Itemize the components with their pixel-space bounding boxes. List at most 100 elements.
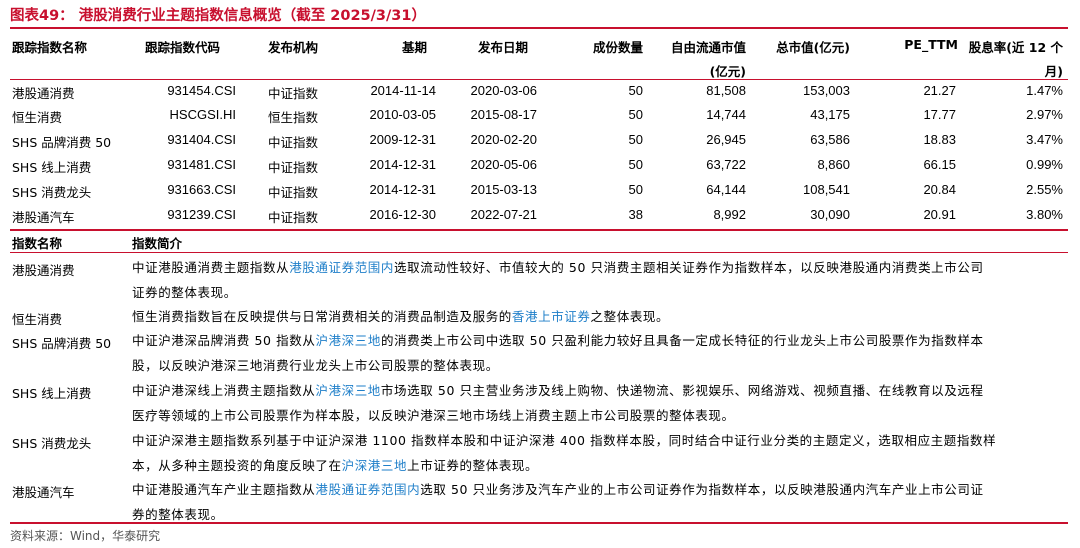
cell-release: 2020-02-20: [470, 132, 538, 147]
desc-header-rule: [10, 252, 1068, 253]
cell-base: 2010-03-05: [369, 107, 437, 122]
header-yield-cont: 月): [1044, 64, 1063, 79]
cell-yield: 2.97%: [1026, 107, 1063, 122]
description-segment: 恒生消费指数旨在反映提供与日常消费相关的消费品制造及服务的: [132, 309, 512, 324]
description-segment: 上市证券的整体表现。: [407, 458, 539, 473]
header-publisher: 发布机构: [268, 40, 319, 55]
cell-publisher: 中证指数: [268, 185, 319, 200]
source-note: 资料来源：Wind，华泰研究: [10, 529, 161, 543]
description-segment: 市场选取 50 只主营业务涉及线上购物、快递物流、影视娱乐、网络游戏、视频直播、…: [380, 383, 984, 398]
description-segment: 的消费类上市公司中选取 50 只盈利能力较好且具备一定成长特征的行业龙头上市公司…: [380, 333, 984, 348]
cell-publisher: 中证指数: [268, 86, 319, 101]
header-rule: [10, 79, 1068, 80]
cell-count: 50: [628, 182, 643, 197]
header-count: 成份数量: [592, 40, 643, 55]
cell-base: 2016-12-30: [369, 207, 437, 222]
cell-total-cap: 153,003: [803, 83, 850, 98]
highlight-text: 香港上市证券: [511, 309, 591, 324]
cell-publisher: 中证指数: [268, 135, 319, 150]
cell-pe: 20.84: [923, 182, 956, 197]
header-name: 跟踪指数名称: [12, 40, 88, 55]
cell-code: 931454.CSI: [167, 83, 236, 98]
desc-header-name: 指数名称: [12, 236, 63, 251]
cell-release: 2015-08-17: [470, 107, 538, 122]
header-float-cap-unit: (亿元): [709, 64, 746, 79]
description-text: 中证沪港深线上消费主题指数从沪港深三地市场选取 50 只主营业务涉及线上购物、快…: [132, 378, 1067, 428]
cell-float-cap: 63,722: [706, 157, 746, 172]
cell-publisher: 中证指数: [268, 160, 319, 175]
description-segment: 选取流动性较好、市值较大的 50 只消费主题相关证券作为指数样本，以反映港股通内…: [394, 260, 984, 275]
cell-base: 2014-12-31: [369, 182, 437, 197]
highlight-text: 沪港深三地: [315, 333, 381, 348]
cell-count: 38: [628, 207, 643, 222]
cell-total-cap: 8,860: [817, 157, 850, 172]
header-yield: 股息率(近 12 个: [968, 40, 1063, 55]
header-base: 基期: [402, 40, 428, 55]
description-text: 恒生消费指数旨在反映提供与日常消费相关的消费品制造及服务的香港上市证券之整体表现…: [132, 304, 1067, 329]
cell-float-cap: 81,508: [706, 83, 746, 98]
cell-total-cap: 43,175: [810, 107, 850, 122]
cell-base: 2009-12-31: [369, 132, 437, 147]
description-index-name: 恒生消费: [12, 312, 63, 327]
header-release: 发布日期: [478, 40, 529, 55]
description-text: 中证沪深港主题指数系列基于中证沪深港 1100 指数样本股和中证沪深港 400 …: [132, 428, 1067, 478]
description-segment: 证券的整体表现。: [132, 285, 237, 300]
description-segment: 中证港股通消费主题指数从: [132, 260, 290, 275]
description-segment: 中证沪深港主题指数系列基于中证沪深港 1100 指数样本股和中证沪深港 400 …: [132, 433, 997, 448]
cell-release: 2015-03-13: [470, 182, 538, 197]
cell-pe: 66.15: [923, 157, 956, 172]
highlight-text: 沪深港三地: [341, 458, 408, 473]
desc-header-intro: 指数简介: [132, 236, 183, 251]
cell-float-cap: 64,144: [706, 182, 746, 197]
header-float-cap: 自由流通市值: [670, 40, 746, 55]
cell-yield: 0.99%: [1026, 157, 1063, 172]
cell-count: 50: [628, 83, 643, 98]
description-segment: 券的整体表现。: [132, 507, 224, 522]
description-segment: 本，从多种主题投资的角度反映了在: [132, 458, 342, 473]
cell-code: 931239.CSI: [167, 207, 236, 222]
cell-float-cap: 26,945: [706, 132, 746, 147]
description-text: 中证港股通汽车产业主题指数从港股通证券范围内选取 50 只业务涉及汽车产业的上市…: [132, 477, 1067, 527]
description-index-name: SHS 品牌消费 50: [12, 336, 112, 351]
cell-publisher: 中证指数: [268, 210, 319, 225]
description-index-name: SHS 消费龙头: [12, 436, 92, 451]
description-index-name: 港股通消费: [12, 263, 75, 278]
cell-code: HSCGSI.HI: [169, 107, 236, 122]
cell-release: 2020-03-06: [470, 83, 538, 98]
cell-base: 2014-11-14: [370, 83, 436, 98]
header-code: 跟踪指数代码: [145, 40, 221, 55]
table-bottom-rule: [10, 229, 1068, 231]
description-segment: 中证沪港深线上消费主题指数从: [132, 383, 316, 398]
header-total-cap: 总市值(亿元): [776, 40, 850, 55]
cell-count: 50: [628, 157, 643, 172]
cell-float-cap: 14,744: [706, 107, 746, 122]
cell-pe: 21.27: [923, 83, 956, 98]
description-index-name: 港股通汽车: [12, 485, 75, 500]
description-text: 中证港股通消费主题指数从港股通证券范围内选取流动性较好、市值较大的 50 只消费…: [132, 255, 1067, 305]
description-segment: 中证港股通汽车产业主题指数从: [132, 482, 316, 497]
cell-code: 931663.CSI: [167, 182, 236, 197]
description-segment: 中证沪港深品牌消费 50 指数从: [132, 333, 316, 348]
title-rule: [10, 27, 1068, 29]
description-text: 中证沪港深品牌消费 50 指数从沪港深三地的消费类上市公司中选取 50 只盈利能…: [132, 328, 1067, 378]
cell-publisher: 恒生指数: [268, 110, 319, 125]
cell-pe: 17.77: [923, 107, 956, 122]
cell-yield: 1.47%: [1026, 83, 1063, 98]
cell-base: 2014-12-31: [369, 157, 437, 172]
highlight-text: 沪港深三地: [315, 383, 381, 398]
cell-release: 2020-05-06: [470, 157, 538, 172]
cell-yield: 3.80%: [1026, 207, 1063, 222]
description-segment: 之整体表现。: [590, 309, 670, 324]
highlight-text: 港股通证券范围内: [315, 482, 421, 497]
bottom-rule: [10, 522, 1068, 524]
description-index-name: SHS 线上消费: [12, 386, 92, 401]
cell-count: 50: [628, 132, 643, 147]
cell-pe: 18.83: [923, 132, 956, 147]
description-segment: 医疗等领域的上市公司股票作为样本股，以反映沪港深三地市场线上消费主题上市公司股票…: [132, 408, 735, 423]
cell-total-cap: 63,586: [810, 132, 850, 147]
description-segment: 股，以反映沪港深三地消费行业龙头上市公司股票的整体表现。: [132, 358, 499, 373]
description-segment: 选取 50 只业务涉及汽车产业的上市公司证券作为指数样本，以反映港股通内汽车产业…: [420, 482, 984, 497]
cell-code: 931404.CSI: [167, 132, 236, 147]
cell-total-cap: 108,541: [803, 182, 850, 197]
cell-pe: 20.91: [923, 207, 956, 222]
